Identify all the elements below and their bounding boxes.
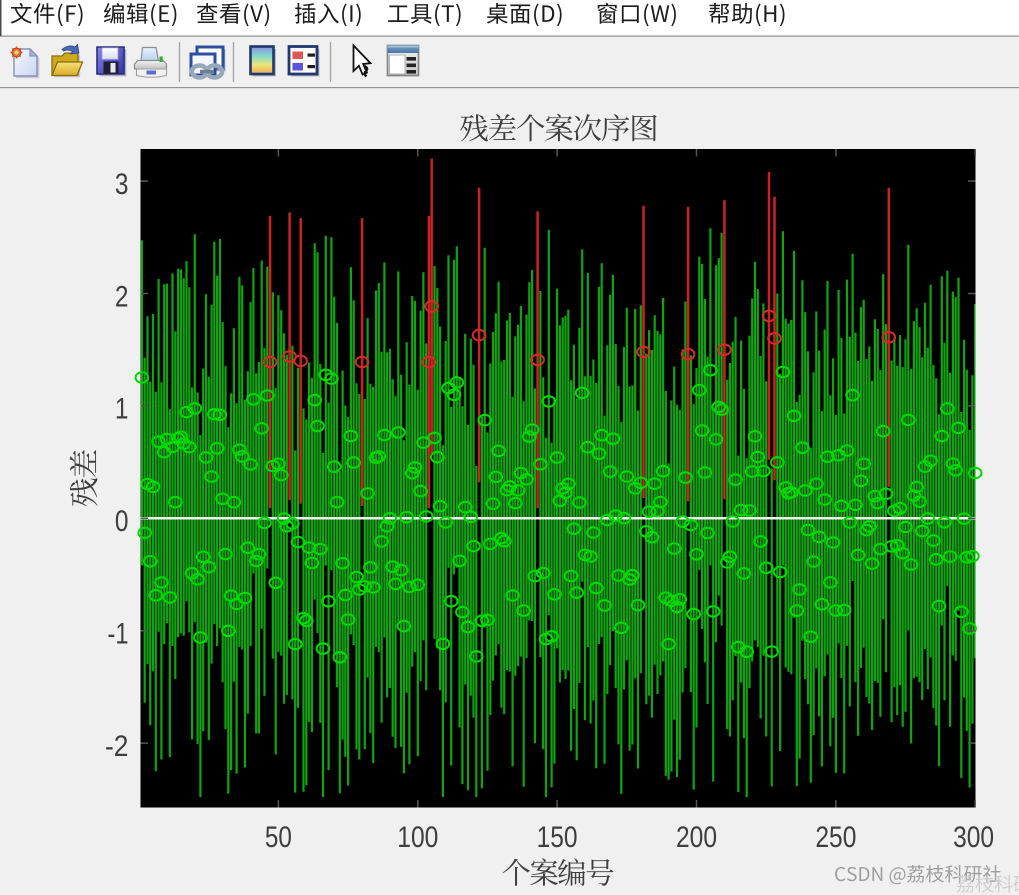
svg-text:-2: -2 <box>105 730 129 763</box>
svg-text:1: 1 <box>115 393 129 426</box>
svg-text:3: 3 <box>115 168 129 201</box>
svg-text:250: 250 <box>815 821 856 854</box>
svg-text:150: 150 <box>537 821 578 854</box>
svg-text:50: 50 <box>265 821 292 854</box>
svg-text:-1: -1 <box>108 618 129 651</box>
svg-text:2: 2 <box>115 280 129 313</box>
svg-text:300: 300 <box>953 821 994 854</box>
svg-text:100: 100 <box>397 821 438 854</box>
svg-text:0: 0 <box>115 505 129 538</box>
svg-text:200: 200 <box>676 821 717 854</box>
